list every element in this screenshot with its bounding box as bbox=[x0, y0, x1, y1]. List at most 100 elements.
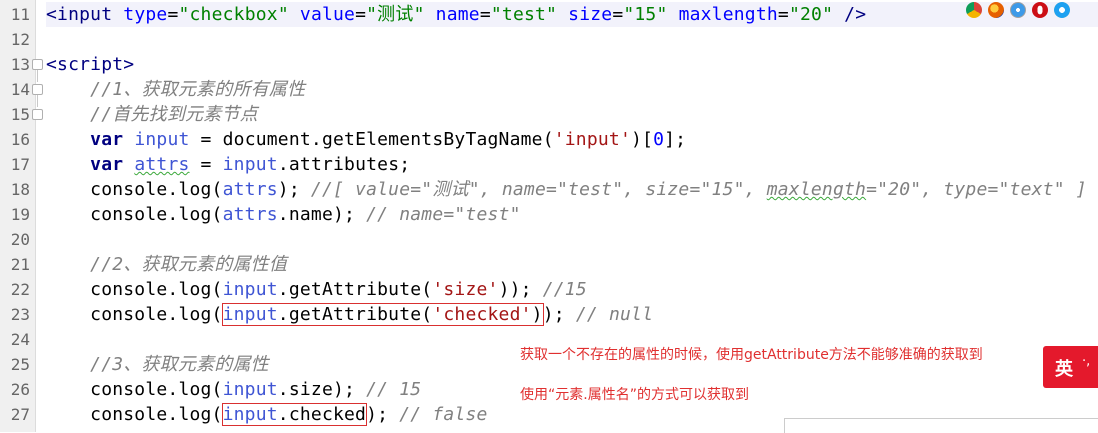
firefox-icon[interactable] bbox=[988, 2, 1004, 18]
variable: attrs bbox=[222, 204, 278, 225]
code-line-27[interactable]: console.log(input.checked); // false bbox=[46, 402, 488, 427]
code-comment: //1、获取元素的所有属性 bbox=[90, 79, 306, 100]
attr-name: type bbox=[123, 4, 168, 25]
code-text: console.log( bbox=[90, 404, 223, 425]
variable: input bbox=[222, 379, 278, 400]
line-number: 22 bbox=[10, 280, 30, 299]
code-text: ); bbox=[542, 304, 576, 325]
code-text: .name); bbox=[277, 204, 367, 225]
safari-icon[interactable] bbox=[1010, 2, 1026, 18]
line-number: 16 bbox=[10, 130, 30, 149]
ime-punctuation-indicator: ·, bbox=[1082, 354, 1091, 369]
code-line-19[interactable]: console.log(attrs.name); // name="test" bbox=[46, 202, 521, 227]
keyword: var bbox=[90, 129, 124, 150]
code-line-23[interactable]: console.log(input.getAttribute('checked'… bbox=[46, 302, 653, 327]
code-comment: maxlength bbox=[766, 179, 867, 200]
line-number: 20 bbox=[10, 230, 30, 249]
keyword: var bbox=[90, 154, 124, 175]
variable: input bbox=[134, 129, 190, 150]
code-text: console.log( bbox=[90, 179, 223, 200]
code-line-26[interactable]: console.log(input.size); // 15 bbox=[46, 377, 421, 402]
annotation-note-property: 使用“元素.属性名”的方式可以获取到 bbox=[520, 387, 749, 403]
attr-value: "测试" bbox=[366, 4, 425, 25]
tag-close: /> bbox=[844, 4, 867, 25]
code-comment: ="20", type="text" ] bbox=[866, 179, 1087, 200]
fold-toggle-icon[interactable] bbox=[32, 59, 43, 70]
code-line-21[interactable]: //2、获取元素的属性值 bbox=[46, 252, 287, 277]
code-text: console.log( bbox=[90, 204, 223, 225]
fold-guide bbox=[37, 70, 38, 82]
code-line-15[interactable]: //首先找到元素节点 bbox=[46, 102, 258, 127]
code-comment: //[ value="测试", name="test", size="15", bbox=[310, 179, 767, 200]
fold-guide bbox=[37, 95, 38, 107]
code-line-11[interactable]: <input type="checkbox" value="测试" name="… bbox=[46, 2, 1098, 27]
line-number: 23 bbox=[10, 305, 30, 324]
tag-name: script bbox=[57, 54, 124, 75]
code-line-25[interactable]: //3、获取元素的属性 bbox=[46, 352, 269, 377]
code-text: .checked bbox=[277, 404, 367, 425]
variable: input bbox=[222, 304, 278, 325]
line-number: 11 bbox=[10, 5, 30, 24]
attr-name: size bbox=[568, 4, 613, 25]
line-number: 21 bbox=[10, 255, 30, 274]
attr-value: "checkbox" bbox=[178, 4, 289, 25]
code-text: ]; bbox=[664, 129, 687, 150]
variable: input bbox=[222, 404, 278, 425]
line-number: 24 bbox=[10, 330, 30, 349]
attr-equals: = bbox=[612, 4, 624, 25]
tag-bracket: > bbox=[123, 54, 135, 75]
code-comment: //首先找到元素节点 bbox=[90, 104, 258, 125]
ime-mode-label: 英 bbox=[1055, 359, 1073, 380]
opera-icon[interactable] bbox=[1032, 2, 1048, 18]
fold-toggle-icon[interactable] bbox=[32, 84, 43, 95]
code-line-14[interactable]: //1、获取元素的所有属性 bbox=[46, 77, 305, 102]
line-number: 27 bbox=[10, 405, 30, 424]
code-text: console.log( bbox=[90, 379, 223, 400]
attr-value: "test" bbox=[490, 4, 558, 25]
variable: input bbox=[222, 154, 278, 175]
code-comment: // null bbox=[575, 304, 654, 325]
code-comment: //3、获取元素的属性 bbox=[90, 354, 269, 375]
code-text: console.log( bbox=[90, 304, 223, 325]
code-text: ) bbox=[531, 304, 543, 325]
line-number: 25 bbox=[10, 355, 30, 374]
attr-value: "20" bbox=[788, 4, 834, 25]
number-literal: 0 bbox=[653, 129, 665, 150]
attr-value: "15" bbox=[623, 4, 668, 25]
line-number: 19 bbox=[10, 205, 30, 224]
string-literal: 'input' bbox=[553, 129, 631, 150]
line-number: 18 bbox=[10, 180, 30, 199]
attr-equals: = bbox=[167, 4, 179, 25]
code-line-13[interactable]: <script> bbox=[46, 52, 134, 77]
ime-indicator[interactable]: 英 ·, bbox=[1043, 346, 1098, 388]
variable: input bbox=[222, 279, 278, 300]
ie-icon[interactable] bbox=[1054, 2, 1070, 18]
code-text: ); bbox=[366, 404, 400, 425]
code-comment: //2、获取元素的属性值 bbox=[90, 254, 288, 275]
popup-edge bbox=[784, 418, 1098, 433]
chrome-icon[interactable] bbox=[966, 2, 982, 18]
variable: attrs bbox=[134, 154, 190, 175]
string-literal: 'checked' bbox=[432, 304, 532, 325]
code-comment: //15 bbox=[542, 279, 587, 300]
string-literal: 'size' bbox=[432, 279, 499, 300]
code-line-18[interactable]: console.log(attrs); //[ value="测试", name… bbox=[46, 177, 1087, 202]
line-number: 14 bbox=[10, 80, 30, 99]
code-text: console.log( bbox=[90, 279, 223, 300]
line-number: 12 bbox=[10, 30, 30, 49]
code-text: )[ bbox=[631, 129, 654, 150]
tag-bracket: < bbox=[46, 54, 58, 75]
code-line-16[interactable]: var input = document.getElementsByTagNam… bbox=[46, 127, 686, 152]
line-number: 13 bbox=[10, 55, 30, 74]
attr-name: maxlength bbox=[678, 4, 778, 25]
code-text: )); bbox=[498, 279, 543, 300]
code-comment: // name="test" bbox=[366, 204, 521, 225]
code-editor[interactable]: 11 12 13 14 15 16 17 18 19 20 21 22 23 2… bbox=[0, 0, 1098, 432]
line-number-gutter: 11 12 13 14 15 16 17 18 19 20 21 22 23 2… bbox=[0, 0, 36, 432]
fold-end-icon[interactable] bbox=[32, 109, 43, 120]
code-line-22[interactable]: console.log(input.getAttribute('size'));… bbox=[46, 277, 587, 302]
tag-bracket: < bbox=[46, 4, 58, 25]
line-number: 15 bbox=[10, 105, 30, 124]
code-text: = document.getElementsByTagName( bbox=[189, 129, 554, 150]
code-line-17[interactable]: var attrs = input.attributes; bbox=[46, 152, 410, 177]
